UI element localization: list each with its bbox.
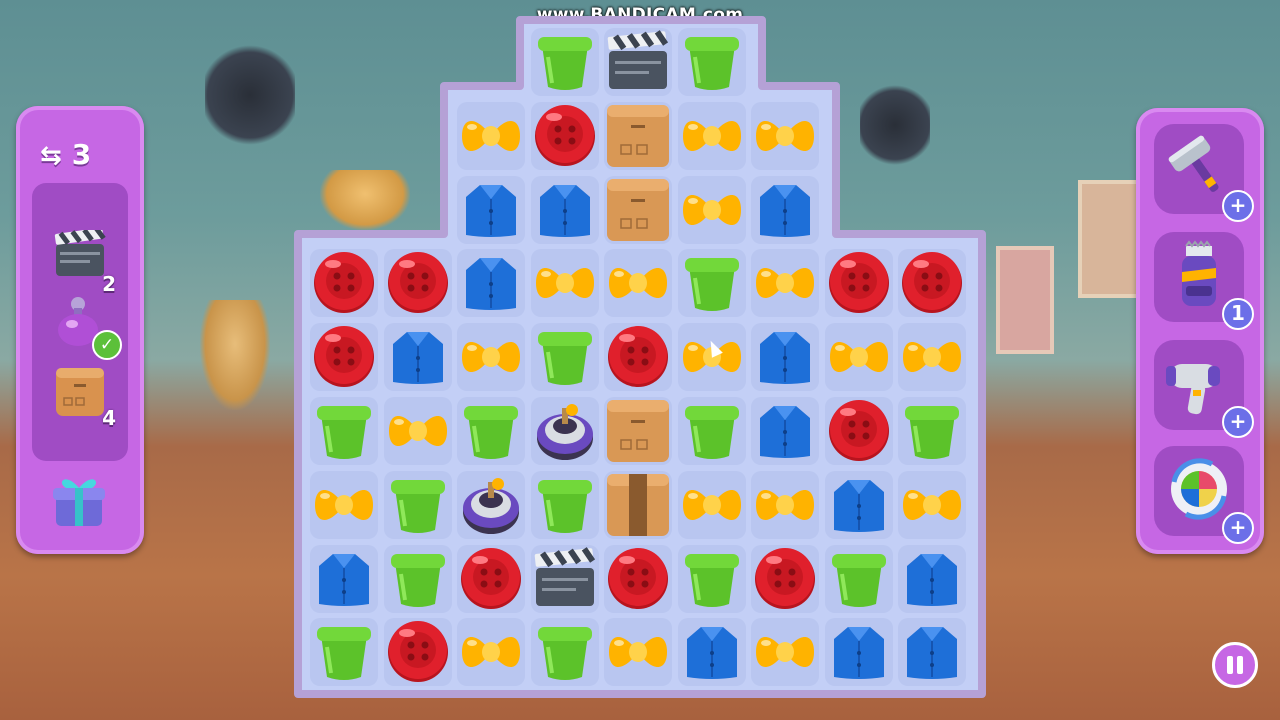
- green-cup-icon[interactable]: [899, 398, 965, 464]
- yellow-bowtie-icon[interactable]: [605, 250, 671, 316]
- yellow-bowtie-icon[interactable]: [752, 103, 818, 169]
- green-cup-icon[interactable]: [532, 619, 598, 685]
- red-button-icon[interactable]: [458, 546, 524, 612]
- red-button-icon[interactable]: [385, 250, 451, 316]
- blue-shirt-icon[interactable]: [826, 472, 892, 538]
- blue-shirt-icon[interactable]: [899, 546, 965, 612]
- red-button-icon[interactable]: [826, 250, 892, 316]
- yellow-bowtie-icon[interactable]: [385, 398, 451, 464]
- blue-shirt-icon[interactable]: [899, 619, 965, 685]
- yellow-bowtie-icon[interactable]: [899, 324, 965, 390]
- red-button-icon[interactable]: [311, 324, 377, 390]
- blue-shirt-icon[interactable]: [752, 177, 818, 243]
- yellow-bowtie-icon[interactable]: [752, 250, 818, 316]
- spinning-top-bomb-icon[interactable]: [532, 398, 598, 464]
- clapperboard-icon[interactable]: [605, 29, 671, 95]
- green-cup-icon[interactable]: [385, 472, 451, 538]
- pause-button[interactable]: [1212, 642, 1258, 688]
- blue-shirt-icon[interactable]: [458, 177, 524, 243]
- blue-shirt-icon[interactable]: [826, 619, 892, 685]
- green-cup-icon[interactable]: [311, 619, 377, 685]
- spinning-top-bomb-icon[interactable]: [458, 472, 524, 538]
- blue-shirt-icon[interactable]: [385, 324, 451, 390]
- green-cup-icon[interactable]: [826, 546, 892, 612]
- taped-box-icon[interactable]: [605, 472, 671, 538]
- red-button-icon[interactable]: [899, 250, 965, 316]
- green-cup-icon[interactable]: [679, 250, 745, 316]
- cardboard-box-icon[interactable]: [605, 398, 671, 464]
- clapperboard-icon[interactable]: [532, 546, 598, 612]
- green-cup-icon[interactable]: [311, 398, 377, 464]
- blue-shirt-icon[interactable]: [752, 324, 818, 390]
- blue-shirt-icon[interactable]: [458, 250, 524, 316]
- yellow-bowtie-icon[interactable]: [311, 472, 377, 538]
- red-button-icon[interactable]: [532, 103, 598, 169]
- yellow-bowtie-icon[interactable]: [752, 619, 818, 685]
- cardboard-box-icon[interactable]: [605, 177, 671, 243]
- green-cup-icon[interactable]: [532, 29, 598, 95]
- yellow-bowtie-icon[interactable]: [679, 177, 745, 243]
- green-cup-icon[interactable]: [679, 398, 745, 464]
- green-cup-icon[interactable]: [458, 398, 524, 464]
- cardboard-box-icon[interactable]: [605, 103, 671, 169]
- yellow-bowtie-icon[interactable]: [752, 472, 818, 538]
- red-button-icon[interactable]: [311, 250, 377, 316]
- yellow-bowtie-icon[interactable]: [826, 324, 892, 390]
- green-cup-icon[interactable]: [385, 546, 451, 612]
- red-button-icon[interactable]: [826, 398, 892, 464]
- green-cup-icon[interactable]: [679, 29, 745, 95]
- green-cup-icon[interactable]: [532, 324, 598, 390]
- blue-shirt-icon[interactable]: [532, 177, 598, 243]
- green-cup-icon[interactable]: [532, 472, 598, 538]
- yellow-bowtie-icon[interactable]: [532, 250, 598, 316]
- yellow-bowtie-icon[interactable]: [679, 103, 745, 169]
- red-button-icon[interactable]: [605, 324, 671, 390]
- red-button-icon[interactable]: [605, 546, 671, 612]
- red-button-icon[interactable]: [385, 619, 451, 685]
- blue-shirt-icon[interactable]: [752, 398, 818, 464]
- yellow-bowtie-icon[interactable]: [679, 472, 745, 538]
- yellow-bowtie-icon[interactable]: [458, 619, 524, 685]
- green-cup-icon[interactable]: [679, 546, 745, 612]
- yellow-bowtie-icon[interactable]: [605, 619, 671, 685]
- yellow-bowtie-icon[interactable]: [458, 324, 524, 390]
- yellow-bowtie-icon[interactable]: [899, 472, 965, 538]
- blue-shirt-icon[interactable]: [311, 546, 377, 612]
- red-button-icon[interactable]: [752, 546, 818, 612]
- blue-shirt-icon[interactable]: [679, 619, 745, 685]
- yellow-bowtie-icon[interactable]: [458, 103, 524, 169]
